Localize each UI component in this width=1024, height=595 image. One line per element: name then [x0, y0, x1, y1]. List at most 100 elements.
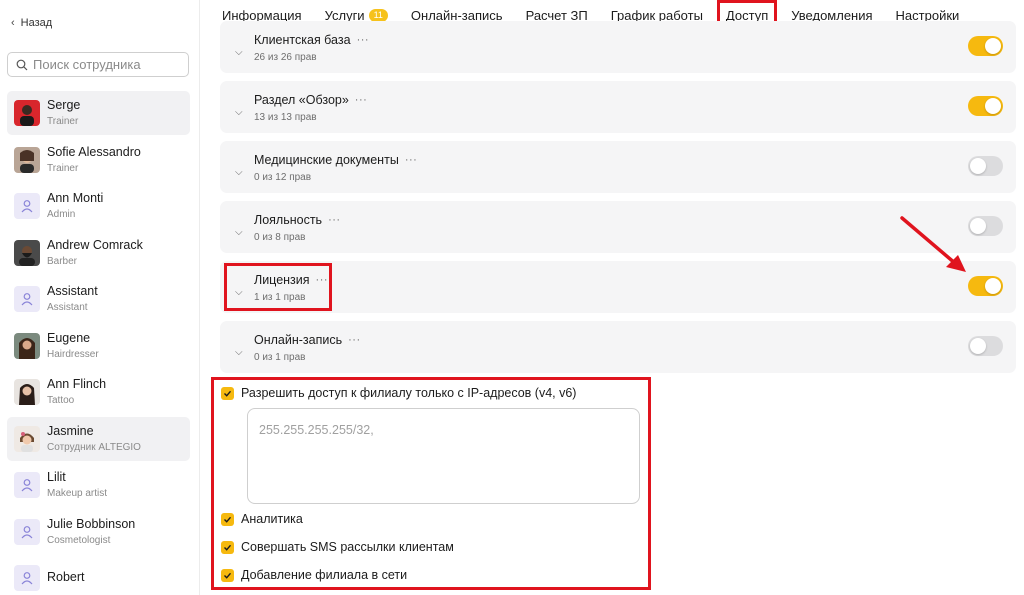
employee-name: Robert	[47, 569, 85, 584]
employee-item-serge[interactable]: Serge Trainer	[7, 91, 190, 135]
permission-count: 26 из 26 прав	[254, 52, 317, 63]
search-input[interactable]	[33, 57, 183, 72]
employee-item-ann-monti[interactable]: Ann Monti Admin	[7, 184, 190, 228]
chevron-down-icon[interactable]: ⌵	[235, 287, 243, 298]
sms-checkbox-row[interactable]: Совершать SMS рассылки клиентам	[221, 540, 454, 554]
toggle-knob	[985, 38, 1001, 54]
employee-name: Jasmine	[47, 423, 94, 438]
analytics-checkbox-row[interactable]: Аналитика	[221, 512, 303, 526]
permission-title: Лицензия	[254, 273, 310, 287]
employee-sidebar: ‹ Назад Serge Trainer Sofie Alessandro T…	[0, 0, 200, 595]
employee-role: Barber	[47, 255, 78, 267]
employee-name: Ann Monti	[47, 191, 104, 205]
employee-item-sofie[interactable]: Sofie Alessandro Trainer	[7, 138, 190, 182]
ip-restrict-checkbox-row[interactable]: Разрешить доступ к филиалу только с IP-а…	[221, 386, 576, 400]
toggle-knob	[970, 218, 986, 234]
chevron-down-icon[interactable]: ⌵	[235, 227, 243, 238]
employee-role: Cosmetologist	[47, 534, 111, 546]
permission-toggle[interactable]	[968, 156, 1003, 176]
chevron-down-icon[interactable]: ⌵	[235, 107, 243, 118]
permission-toggle[interactable]	[968, 36, 1003, 56]
employee-item-ann-flinch[interactable]: Ann Flinch Tattoo	[7, 370, 190, 414]
permission-card-loyalty: ⌵ Лояльность ··· 0 из 8 прав	[220, 201, 1016, 253]
permission-title: Лояльность	[254, 213, 323, 227]
avatar	[14, 146, 40, 173]
toggle-knob	[985, 278, 1001, 294]
toggle-knob	[985, 98, 1001, 114]
more-icon[interactable]: ···	[355, 94, 368, 106]
employee-role: Trainer	[47, 162, 79, 174]
employee-role: Hairdresser	[47, 348, 99, 360]
permission-count: 0 из 12 прав	[254, 172, 312, 183]
toggle-knob	[970, 158, 986, 174]
user-placeholder-icon	[14, 286, 40, 312]
chevron-down-icon[interactable]: ⌵	[235, 347, 243, 358]
permission-card-medical-docs: ⌵ Медицинские документы ··· 0 из 12 прав	[220, 141, 1016, 193]
permission-count: 0 из 8 прав	[254, 232, 306, 243]
checkbox-label: Разрешить доступ к филиалу только с IP-а…	[241, 386, 577, 400]
employee-name: Andrew Comrack	[47, 237, 143, 252]
more-icon[interactable]: ···	[405, 154, 418, 166]
avatar	[14, 100, 40, 126]
checkbox-checked-icon[interactable]	[221, 540, 234, 554]
employee-item-julie[interactable]: Julie Bobbinson Cosmetologist	[7, 510, 190, 554]
search-icon	[16, 59, 28, 70]
back-label: Назад	[20, 17, 53, 29]
toggle-knob	[970, 338, 986, 354]
ip-address-input[interactable]	[247, 408, 640, 504]
permission-toggle[interactable]	[968, 216, 1003, 236]
more-icon[interactable]: ···	[348, 334, 361, 346]
employee-item-eugene[interactable]: Eugene Hairdresser	[7, 324, 190, 368]
employee-name: Ann Flinch	[47, 377, 107, 391]
checkbox-label: Аналитика	[241, 512, 303, 526]
employee-name: Sofie Alessandro	[47, 144, 141, 159]
permission-toggle[interactable]	[968, 276, 1003, 296]
chevron-left-icon: ‹	[11, 17, 15, 29]
permission-card-overview: ⌵ Раздел «Обзор» ··· 13 из 13 прав	[220, 81, 1016, 133]
employee-item-robert[interactable]: Robert	[7, 556, 190, 595]
employee-name: Julie Bobbinson	[47, 516, 136, 531]
avatar	[14, 425, 40, 452]
employee-list: Serge Trainer Sofie Alessandro Trainer A…	[7, 91, 190, 595]
avatar	[14, 332, 40, 359]
employee-item-andrew[interactable]: Andrew Comrack Barber	[7, 231, 190, 275]
permission-count: 1 из 1 прав	[254, 292, 306, 303]
employee-role: Assistant	[47, 302, 88, 313]
employee-role: Trainer	[47, 116, 79, 127]
permission-title: Клиентская база	[254, 33, 351, 47]
chevron-down-icon[interactable]: ⌵	[235, 47, 243, 58]
permission-toggle[interactable]	[968, 96, 1003, 116]
add-branch-checkbox-row[interactable]: Добавление филиала в сети	[221, 568, 407, 582]
avatar	[14, 239, 40, 266]
permission-title: Раздел «Обзор»	[254, 93, 349, 107]
back-link[interactable]: ‹ Назад	[11, 17, 52, 29]
employee-name: Eugene	[47, 330, 91, 345]
employee-name: Serge	[47, 98, 81, 112]
more-icon[interactable]: ···	[328, 214, 341, 226]
permission-card-license: ⌵ Лицензия ··· 1 из 1 прав	[220, 261, 1016, 313]
checkbox-checked-icon[interactable]	[221, 568, 234, 582]
permission-toggle[interactable]	[968, 336, 1003, 356]
employee-role: Makeup artist	[47, 488, 108, 499]
employee-role: Admin	[47, 209, 76, 220]
employee-item-lilit[interactable]: Lilit Makeup artist	[7, 463, 190, 507]
employee-name: Lilit	[47, 470, 66, 484]
checkbox-checked-icon[interactable]	[221, 512, 234, 526]
more-icon[interactable]: ···	[357, 34, 370, 46]
permission-count: 0 из 1 прав	[254, 352, 306, 363]
chevron-down-icon[interactable]: ⌵	[235, 167, 243, 178]
employee-role: Сотрудник ALTEGIO	[47, 441, 141, 453]
more-icon[interactable]: ···	[316, 274, 329, 286]
employee-item-jasmine[interactable]: Jasmine Сотрудник ALTEGIO	[7, 416, 190, 461]
employee-search[interactable]	[7, 52, 189, 77]
checkbox-checked-icon[interactable]	[221, 386, 234, 400]
employee-item-assistant[interactable]: Assistant Assistant	[7, 277, 190, 321]
checkbox-label: Добавление филиала в сети	[241, 568, 408, 582]
user-placeholder-icon	[14, 193, 40, 219]
avatar	[14, 379, 40, 405]
permission-card-client-base: ⌵ Клиентская база ··· 26 из 26 прав	[220, 21, 1016, 73]
checkbox-label: Совершать SMS рассылки клиентам	[241, 540, 454, 554]
employee-name: Assistant	[47, 284, 98, 298]
user-placeholder-icon	[14, 518, 40, 545]
employee-role: Tattoo	[47, 395, 75, 406]
